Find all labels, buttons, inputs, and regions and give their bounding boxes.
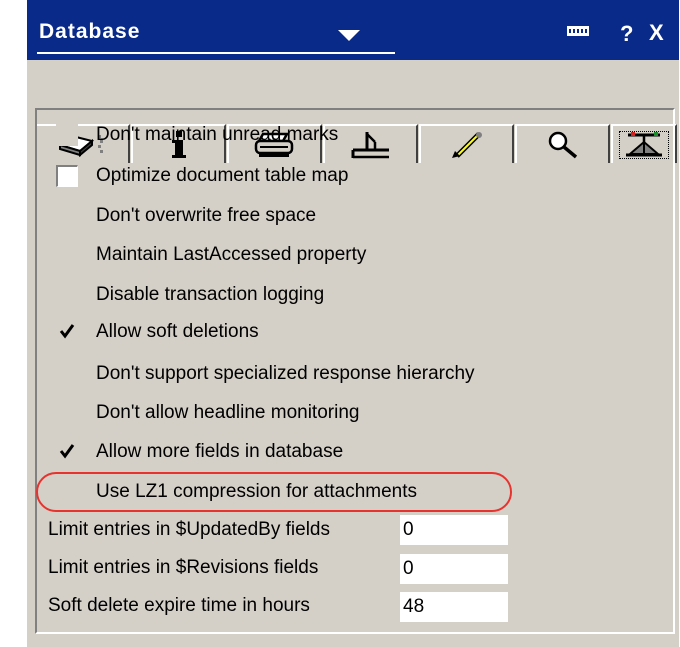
checkbox[interactable] [56,363,78,385]
option-label: Allow more fields in database [96,441,344,462]
option-maintain-lastaccessed[interactable]: Maintain LastAccessed property [56,240,366,270]
option-label: Don't allow headline monitoring [96,402,360,423]
option-label: Optimize document table map [96,165,349,186]
restore-dock-icon[interactable] [567,26,589,36]
option-optimize-document-table-map[interactable]: Optimize document table map [56,161,348,191]
option-label: Don't maintain unread marks [96,124,339,145]
database-properties-window: Database ? X Don't maintain unread marks… [27,0,679,647]
option-use-lz1-compression[interactable]: Use LZ1 compression for attachments [56,477,417,507]
option-label: Maintain LastAccessed property [96,244,367,265]
help-button[interactable]: ? [620,21,633,47]
checkbox[interactable] [56,481,78,503]
checkbox[interactable] [56,205,78,227]
checkbox[interactable] [56,124,78,146]
field-label: Limit entries in $UpdatedBy fields [48,519,330,540]
option-dont-overwrite-free-space[interactable]: Don't overwrite free space [56,201,316,231]
updatedby-limit-input[interactable] [400,515,508,545]
option-dont-allow-headline-monitoring[interactable]: Don't allow headline monitoring [56,398,359,428]
window-title: Database [39,20,141,43]
checkbox[interactable] [56,402,78,424]
field-row-updatedby-limit: Limit entries in $UpdatedBy fields [48,514,330,546]
checkbox[interactable] [56,244,78,266]
close-button[interactable]: X [649,20,664,46]
title-underline [37,52,395,54]
field-row-soft-delete-expire: Soft delete expire time in hours [48,590,310,622]
option-label: Disable transaction logging [96,284,325,305]
checkbox[interactable] [56,165,78,187]
option-label: Don't support specialized response hiera… [96,363,475,384]
field-label: Limit entries in $Revisions fields [48,557,319,578]
option-label: Don't overwrite free space [96,205,317,226]
checkmark-icon [59,324,75,339]
soft-delete-expire-input[interactable] [400,592,508,622]
checkbox[interactable] [56,441,78,463]
checkbox[interactable] [56,284,78,306]
field-row-revisions-limit: Limit entries in $Revisions fields [48,552,318,584]
option-label: Allow soft deletions [96,321,259,342]
tab-strip [27,60,679,163]
field-label: Soft delete expire time in hours [48,595,310,616]
chevron-down-icon[interactable] [338,30,360,42]
option-allow-more-fields[interactable]: Allow more fields in database [56,437,343,467]
title-bar[interactable]: Database ? X [27,0,679,60]
option-dont-maintain-unread-marks[interactable]: Don't maintain unread marks [56,120,338,150]
advanced-options-panel: Don't maintain unread marks Optimize doc… [35,108,675,634]
option-allow-soft-deletions[interactable]: Allow soft deletions [56,317,259,347]
option-dont-support-response-hierarchy[interactable]: Don't support specialized response hiera… [56,359,475,389]
revisions-limit-input[interactable] [400,554,508,584]
option-disable-transaction-logging[interactable]: Disable transaction logging [56,280,324,310]
option-label: Use LZ1 compression for attachments [96,481,418,502]
checkmark-icon [59,444,75,459]
checkbox[interactable] [56,321,78,343]
